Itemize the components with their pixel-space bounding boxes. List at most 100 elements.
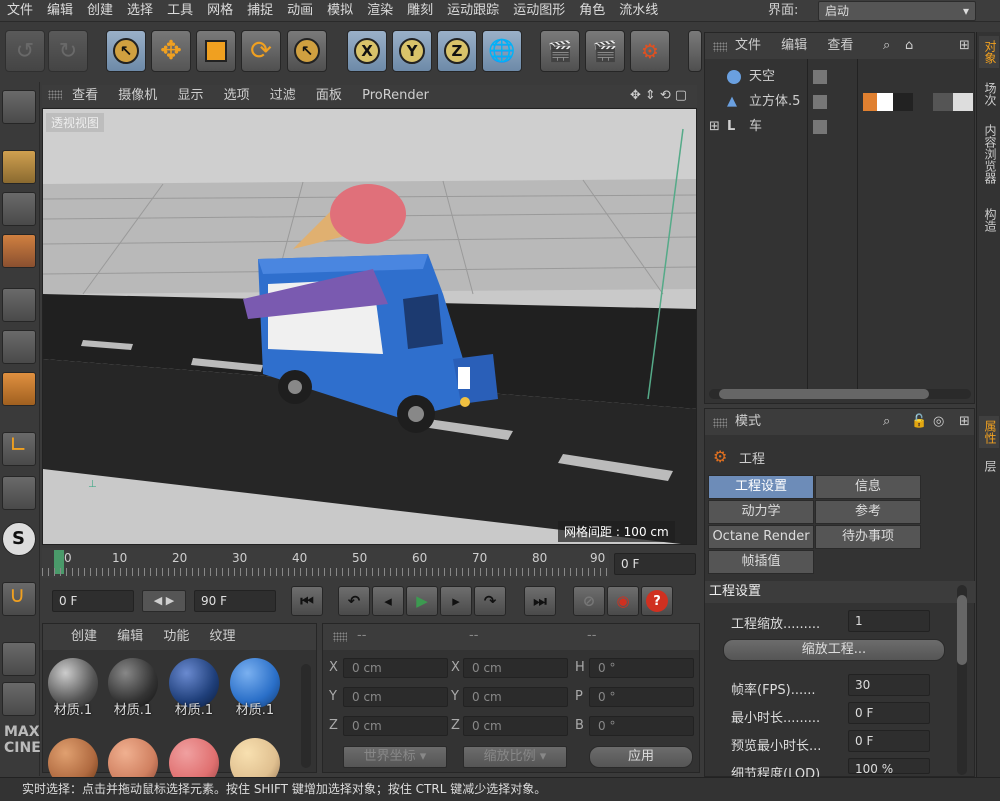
size-z-field[interactable]: 0 cm (463, 716, 568, 736)
layer-icon[interactable] (813, 70, 827, 84)
go-to-end-button[interactable]: ⏭ (524, 586, 556, 616)
enable-axis-button[interactable]: ∟ (2, 432, 36, 466)
record-button[interactable]: ◉ (607, 586, 639, 616)
tab-todo[interactable]: 待办事项 (815, 525, 921, 549)
magnet-button[interactable]: ∪ (2, 582, 36, 616)
scale-project-button[interactable]: 缩放工程... (723, 639, 945, 661)
vp-menu-display[interactable]: 显示 (177, 85, 203, 107)
texture-mode-button[interactable] (2, 192, 36, 226)
menu-tools[interactable]: 工具 (160, 0, 200, 22)
menu-pipeline[interactable]: 流水线 (612, 0, 665, 22)
vp-menu-panel[interactable]: 面板 (316, 85, 342, 107)
end-frame-field[interactable]: 90 F (194, 590, 276, 612)
material-item[interactable]: 材质.1 (166, 656, 222, 718)
material-scrollbar[interactable] (301, 664, 311, 768)
menu-mograph[interactable]: 运动图形 (506, 0, 572, 22)
scale-mode-dropdown[interactable]: 缩放比例 ▾ (463, 746, 567, 768)
go-to-start-button[interactable]: ⏮ (291, 586, 323, 616)
perspective-viewport[interactable]: 透视视图 网格间距 : 100 cm ⊥ (42, 108, 697, 545)
edges-mode-button[interactable] (2, 330, 36, 364)
planar-workplane-button[interactable] (2, 682, 36, 716)
previous-key-button[interactable]: ↶ (338, 586, 370, 616)
tab-info[interactable]: 信息 (815, 475, 921, 499)
rotate-button[interactable]: ⟳ (241, 30, 281, 72)
layer-icon[interactable] (813, 95, 827, 109)
tab-dynamics[interactable]: 动力学 (708, 500, 814, 524)
obj-menu-file[interactable]: 文件 (735, 38, 761, 53)
viewport-nav-icons[interactable]: ✥⇕⟲▢ (630, 85, 691, 107)
size-x-field[interactable]: 0 cm (463, 658, 568, 678)
rotation-b-field[interactable]: 0 ° (589, 716, 694, 736)
make-editable-button[interactable] (2, 90, 36, 124)
move-button[interactable]: ✥ (151, 30, 191, 72)
redo-button[interactable]: ↻ (48, 30, 88, 72)
menu-sculpt[interactable]: 雕刻 (400, 0, 440, 22)
sidetab-attributes[interactable]: 属性 (979, 416, 999, 448)
vp-menu-options[interactable]: 选项 (224, 85, 250, 107)
coordinate-system-button[interactable]: 🌐 (482, 30, 522, 72)
menu-animate[interactable]: 动画 (280, 0, 320, 22)
play-button[interactable]: ▶ (406, 586, 438, 616)
apply-button[interactable]: 应用 (589, 746, 693, 768)
menu-edit[interactable]: 编辑 (40, 0, 80, 22)
search-icon[interactable]: ⌕ (883, 409, 890, 435)
mat-menu-function[interactable]: 功能 (163, 629, 189, 644)
z-axis-button[interactable]: Z (437, 30, 477, 72)
next-frame-button[interactable]: ▸ (440, 586, 472, 616)
object-scrollbar[interactable] (709, 389, 971, 399)
expand-icon[interactable]: ⊞ (709, 115, 720, 139)
timeline-ruler[interactable]: 0 10 20 30 40 50 60 70 80 90 (42, 548, 609, 578)
vp-menu-prorender[interactable]: ProRender (362, 85, 429, 107)
rotation-h-field[interactable]: 0 ° (589, 658, 694, 678)
material-item[interactable]: 材质.1 (105, 656, 161, 718)
fps-field[interactable]: 30 (848, 674, 930, 696)
preview-min-time-field[interactable]: 0 F (848, 730, 930, 752)
y-axis-button[interactable]: Y (392, 30, 432, 72)
material-tags[interactable] (863, 93, 973, 111)
menu-mesh[interactable]: 网格 (200, 0, 240, 22)
menu-select[interactable]: 选择 (120, 0, 160, 22)
object-row-car[interactable]: ⊞ L 车 (705, 115, 975, 139)
previous-frame-button[interactable]: ◂ (372, 586, 404, 616)
points-mode-button[interactable] (2, 288, 36, 322)
menu-create[interactable]: 创建 (80, 0, 120, 22)
current-frame-field[interactable]: 0 F (614, 553, 696, 575)
sidetab-takes[interactable]: 场次 (979, 78, 999, 110)
position-y-field[interactable]: 0 cm (343, 687, 448, 707)
size-y-field[interactable]: 0 cm (463, 687, 568, 707)
frame-range-stepper[interactable]: ◀ ▶ (142, 590, 186, 612)
lod-field[interactable]: 100 % (848, 758, 930, 774)
mat-menu-create[interactable]: 创建 (71, 629, 97, 644)
new-window-icon[interactable]: ⊞ (959, 33, 970, 59)
material-item[interactable]: 材质.1 (45, 656, 101, 718)
position-z-field[interactable]: 0 cm (343, 716, 448, 736)
undo-button[interactable]: ↺ (5, 30, 45, 72)
lock-icon[interactable]: 🔓 (911, 409, 927, 435)
project-scale-field[interactable]: 1 (848, 610, 930, 632)
obj-menu-view[interactable]: 查看 (827, 38, 853, 53)
menu-character[interactable]: 角色 (572, 0, 612, 22)
attr-menu-mode[interactable]: 模式 (735, 414, 761, 429)
mat-menu-edit[interactable]: 编辑 (117, 629, 143, 644)
material-item[interactable]: 材质.1 (227, 656, 283, 718)
layout-select[interactable]: 启动 ▾ (818, 1, 976, 21)
model-mode-button[interactable] (2, 150, 36, 184)
sidetab-structure[interactable]: 构造 (979, 204, 999, 236)
new-window-icon[interactable]: ⊞ (959, 409, 970, 435)
render-to-picture-viewer-button[interactable]: 🎬 (585, 30, 625, 72)
object-row-sky[interactable]: 天空 (705, 65, 975, 89)
menu-motion-tracking[interactable]: 运动跟踪 (440, 0, 506, 22)
rotation-p-field[interactable]: 0 ° (589, 687, 694, 707)
vp-menu-camera[interactable]: 摄像机 (118, 85, 157, 107)
render-settings-button[interactable]: ⚙ (630, 30, 670, 72)
start-frame-field[interactable]: 0 F (52, 590, 134, 612)
menu-render[interactable]: 渲染 (360, 0, 400, 22)
polygons-mode-button[interactable] (2, 372, 36, 406)
layer-icon[interactable] (813, 120, 827, 134)
help-button[interactable]: ? (641, 586, 673, 616)
record-disabled-button[interactable]: ⊘ (573, 586, 605, 616)
position-x-field[interactable]: 0 cm (343, 658, 448, 678)
vp-menu-filter[interactable]: 过滤 (270, 85, 296, 107)
toolbar-overflow[interactable] (688, 30, 702, 72)
sidetab-layers[interactable]: 层 (979, 456, 999, 476)
